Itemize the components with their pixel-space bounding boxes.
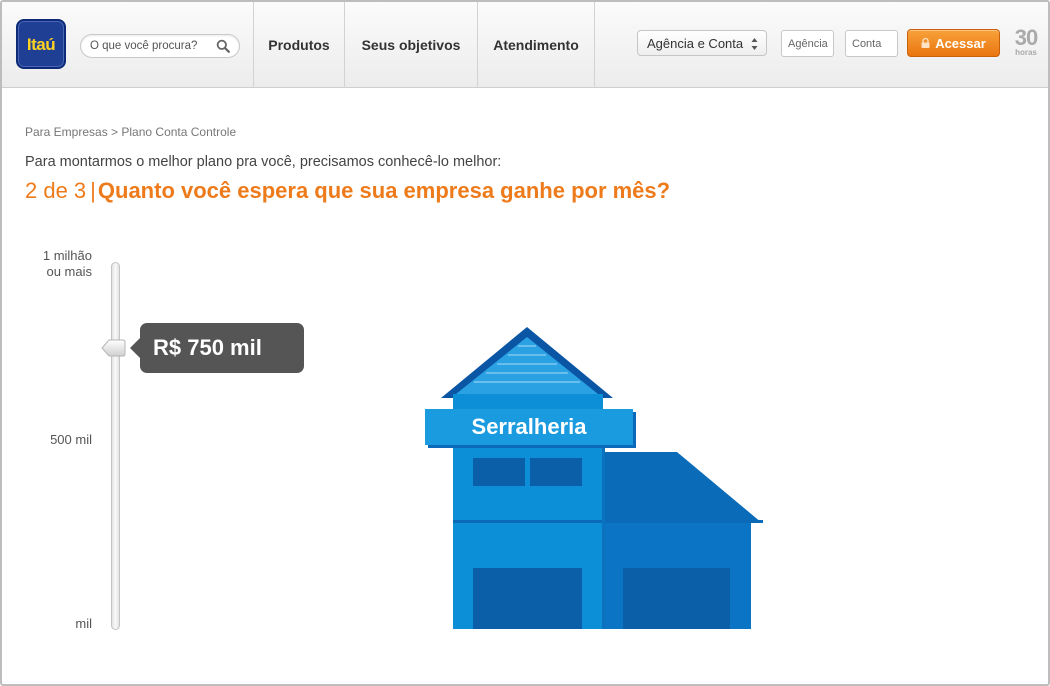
page-title: 2 de 3 |Quanto você espera que sua empres… bbox=[25, 178, 670, 204]
question-text: Quanto você espera que sua empresa ganhe… bbox=[97, 178, 671, 203]
search-input[interactable] bbox=[90, 38, 208, 54]
conta-field bbox=[845, 30, 898, 57]
breadcrumb-text: Para Empresas > Plano Conta Controle bbox=[25, 125, 237, 139]
nav-seus-objetivos[interactable]: Seus objetivos bbox=[344, 2, 477, 88]
floor-divider bbox=[453, 520, 763, 523]
window-left bbox=[473, 458, 525, 486]
conta-input[interactable] bbox=[846, 31, 897, 56]
title-separator: | bbox=[90, 178, 96, 203]
nav-atendimento[interactable]: Atendimento bbox=[477, 2, 595, 88]
annex-divider bbox=[602, 442, 605, 629]
agencia-input[interactable] bbox=[782, 31, 833, 56]
scale-label-mid: 500 mil bbox=[50, 432, 92, 447]
building-illustration: Serralheria bbox=[425, 327, 763, 629]
garage-door bbox=[473, 568, 582, 629]
scale-label-max-line1: 1 milhão bbox=[42, 248, 92, 263]
intro-text: Para montarmos o melhor plano pra você, … bbox=[25, 154, 502, 170]
scale-label-min: mil bbox=[75, 616, 92, 631]
breadcrumb[interactable]: Para Empresas > Plano Conta Controle bbox=[25, 125, 236, 139]
search-box bbox=[80, 34, 240, 58]
slider-value-text: R$ 750 mil bbox=[153, 335, 262, 360]
agencia-field bbox=[781, 30, 834, 57]
slider-value-tooltip: R$ 750 mil bbox=[130, 323, 304, 373]
access-button[interactable]: Acessar bbox=[907, 29, 1000, 57]
annex-door bbox=[623, 568, 730, 629]
search-icon[interactable] bbox=[216, 39, 230, 53]
hours-label: horas bbox=[1015, 48, 1037, 57]
nav-produtos[interactable]: Produtos bbox=[253, 2, 344, 88]
select-arrows-icon bbox=[751, 38, 758, 50]
slider-handle[interactable] bbox=[101, 338, 126, 358]
30-horas-badge[interactable]: 30 horas bbox=[1010, 27, 1042, 57]
window-right bbox=[530, 458, 582, 486]
header: Itaú Produtos Seus objetivos Atendimento… bbox=[2, 2, 1048, 88]
page-frame: Itaú Produtos Seus objetivos Atendimento… bbox=[0, 0, 1050, 686]
hours-number: 30 bbox=[1014, 25, 1038, 50]
revenue-slider-track[interactable] bbox=[111, 262, 120, 630]
account-type-label: Agência e Conta bbox=[647, 36, 744, 51]
access-button-label: Acessar bbox=[935, 35, 986, 51]
scale-label-max-line2: ou mais bbox=[46, 264, 92, 279]
sign-text: Serralheria bbox=[472, 414, 588, 439]
lock-icon bbox=[921, 38, 930, 48]
roof-base bbox=[453, 394, 603, 410]
annex-roof bbox=[602, 452, 762, 523]
itau-logo[interactable]: Itaú bbox=[16, 19, 66, 69]
step-indicator: 2 de 3 bbox=[25, 178, 87, 203]
scale-label-max: 1 milhão ou mais bbox=[22, 248, 92, 280]
logo-text: Itaú bbox=[26, 35, 56, 54]
account-type-select[interactable]: Agência e Conta bbox=[637, 30, 767, 56]
